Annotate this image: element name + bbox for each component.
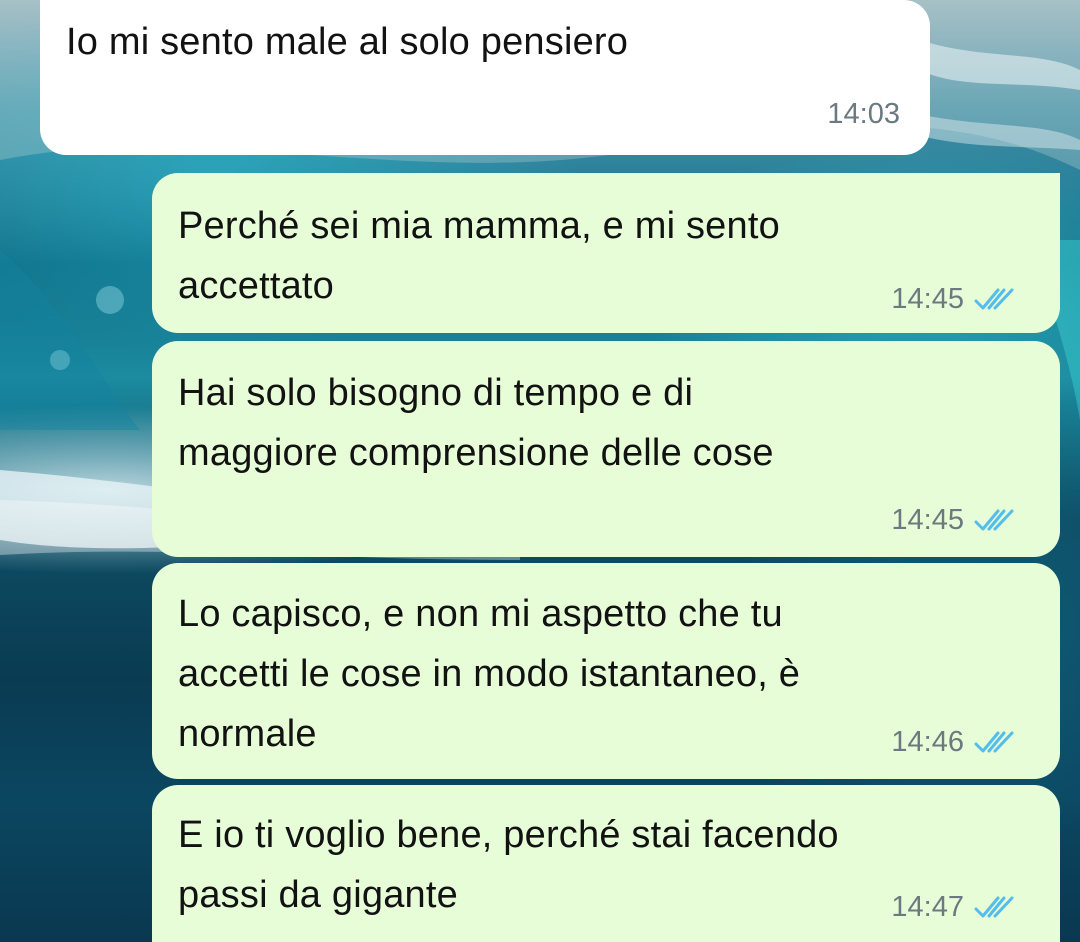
message-meta: 14:45 (891, 283, 1016, 316)
message-meta: 14:45 (891, 504, 1016, 537)
message-time: 14:03 (827, 98, 900, 130)
message-text: Hai solo bisogno di tempo e di maggiore … (178, 372, 774, 474)
message-meta: 14:46 (891, 726, 1016, 759)
message-bubble-outgoing[interactable]: Hai solo bisogno di tempo e di maggiore … (152, 341, 1060, 557)
double-check-icon (974, 509, 1014, 530)
message-time: 14:47 (891, 891, 964, 923)
message-meta: 14:03 (827, 98, 900, 131)
double-check-icon (974, 288, 1014, 309)
message-bubble-outgoing[interactable]: Lo capisco, e non mi aspetto che tu acce… (152, 563, 1060, 779)
message-text: Io mi sento male al solo pensiero (66, 21, 629, 63)
message-meta: 14:47 (891, 891, 1016, 924)
message-bubble-incoming[interactable]: Io mi sento male al solo pensiero 14:03 (40, 0, 930, 155)
message-time: 14:45 (891, 283, 964, 315)
message-text: Lo capisco, e non mi aspetto che tu acce… (178, 593, 801, 755)
double-check-icon (974, 896, 1014, 917)
double-check-icon (974, 731, 1014, 752)
message-text: E io ti voglio bene, perché stai facendo… (178, 814, 839, 916)
message-text: Perché sei mia mamma, e mi sento accetta… (178, 205, 780, 307)
message-bubble-outgoing[interactable]: Perché sei mia mamma, e mi sento accetta… (152, 173, 1060, 333)
message-time: 14:45 (891, 504, 964, 536)
message-time: 14:46 (891, 726, 964, 758)
message-bubble-outgoing[interactable]: E io ti voglio bene, perché stai facendo… (152, 785, 1060, 942)
